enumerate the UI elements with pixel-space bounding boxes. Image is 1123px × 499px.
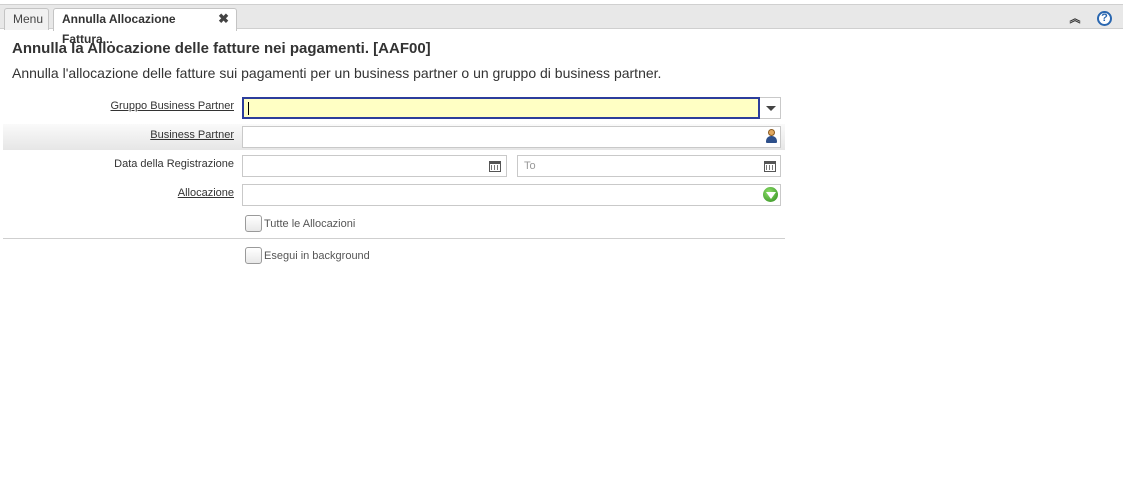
help-icon[interactable]: ? [1097, 11, 1112, 26]
page-description: Annulla l'allocazione delle fatture sui … [12, 65, 662, 81]
tab-menu-label: Menu [13, 12, 44, 26]
gruppo-business-partner-label[interactable]: Gruppo Business Partner [110, 100, 234, 112]
chevron-down-icon [766, 106, 776, 111]
esegui-background-checkbox[interactable] [245, 247, 262, 264]
page-title: Annulla la Allocazione delle fatture nei… [12, 40, 431, 57]
tutte-allocazioni-checkbox[interactable] [245, 215, 262, 232]
divider [3, 238, 785, 239]
double-chevron-up-icon[interactable]: ︽ [1068, 12, 1082, 26]
calendar-icon[interactable] [489, 161, 501, 172]
esegui-background-label: Esegui in background [264, 250, 370, 262]
tab-menu[interactable]: Menu [4, 8, 49, 30]
row-allocazione: Allocazione [3, 182, 785, 208]
allocazione-input[interactable] [242, 184, 781, 206]
data-registrazione-to-input[interactable]: To [517, 155, 781, 177]
business-partner-icon[interactable] [765, 129, 777, 143]
row-data-registrazione: Data della Registrazione To [3, 153, 785, 179]
row-business-partner: Business Partner [3, 124, 785, 150]
gruppo-business-partner-input[interactable] [242, 97, 760, 119]
allocazione-label[interactable]: Allocazione [178, 187, 234, 199]
close-icon[interactable]: ✖ [218, 9, 229, 29]
row-gruppo-business-partner: Gruppo Business Partner [3, 95, 785, 121]
tutte-allocazioni-label: Tutte le Allocazioni [264, 218, 356, 230]
allocation-search-icon[interactable] [763, 187, 778, 202]
gruppo-business-partner-dropdown-button[interactable] [760, 97, 781, 119]
data-registrazione-from-input[interactable] [242, 155, 507, 177]
calendar-icon[interactable] [764, 161, 776, 172]
business-partner-label[interactable]: Business Partner [150, 129, 234, 141]
tab-annulla-allocazione[interactable]: Annulla Allocazione Fattura... ✖ [53, 8, 237, 46]
business-partner-input[interactable] [242, 126, 781, 148]
to-placeholder: To [524, 160, 536, 172]
tab-bar: Menu Annulla Allocazione Fattura... ✖ ︽ … [0, 4, 1123, 46]
data-registrazione-label: Data della Registrazione [114, 158, 234, 170]
text-cursor [248, 102, 249, 115]
